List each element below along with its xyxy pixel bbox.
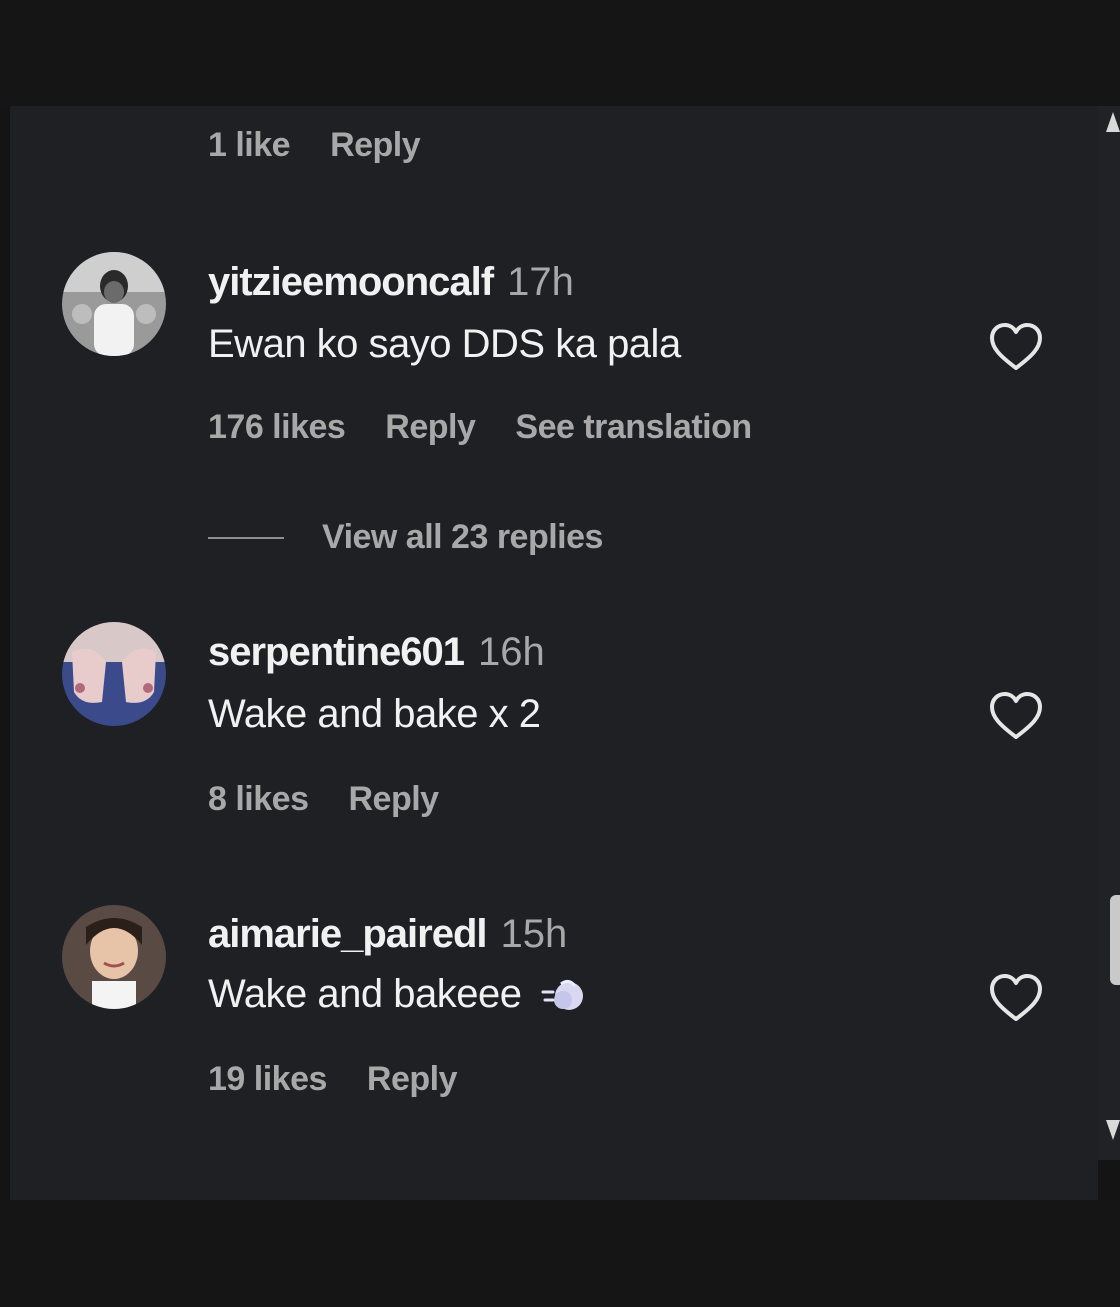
like-count[interactable]: 1 like bbox=[208, 126, 291, 165]
bottom-black-band bbox=[0, 1200, 1120, 1307]
comment-meta: 8 likes Reply bbox=[208, 780, 439, 819]
avatar[interactable] bbox=[62, 252, 166, 356]
heart-outline-icon[interactable] bbox=[988, 321, 1044, 373]
reply-button[interactable]: Reply bbox=[330, 126, 421, 165]
comment-text: Wake and bakeee bbox=[208, 972, 522, 1016]
replies-divider bbox=[208, 536, 284, 539]
see-translation-button[interactable]: See translation bbox=[515, 408, 752, 447]
comment-header: aimarie_pairedl 15h bbox=[208, 912, 567, 957]
like-count[interactable]: 176 likes bbox=[208, 408, 346, 447]
like-count[interactable]: 19 likes bbox=[208, 1060, 327, 1099]
scrollbar[interactable] bbox=[1098, 106, 1120, 1160]
avatar[interactable] bbox=[62, 622, 166, 726]
comment-meta: 19 likes Reply bbox=[208, 1060, 457, 1099]
timestamp: 17h bbox=[507, 260, 574, 304]
heart-outline-icon[interactable] bbox=[988, 972, 1044, 1024]
view-replies-label: View all 23 replies bbox=[322, 518, 603, 556]
scrollbar-thumb[interactable] bbox=[1110, 895, 1120, 985]
comment-text-row: Wake and bakeee bbox=[208, 972, 587, 1017]
avatar[interactable] bbox=[62, 905, 166, 1009]
timestamp: 15h bbox=[500, 912, 568, 956]
reply-button[interactable]: Reply bbox=[367, 1060, 458, 1099]
like-count[interactable]: 8 likes bbox=[208, 780, 309, 819]
previous-comment-meta: 1 like Reply bbox=[208, 126, 421, 165]
comment-header: serpentine601 16h bbox=[208, 630, 545, 675]
avatar-image bbox=[62, 622, 166, 726]
username[interactable]: serpentine601 bbox=[208, 630, 465, 675]
username[interactable]: aimarie_pairedl bbox=[208, 912, 487, 957]
scroll-up-icon[interactable] bbox=[1106, 112, 1120, 132]
comment-meta: 176 likes Reply See translation bbox=[208, 408, 752, 447]
avatar-image bbox=[62, 905, 166, 1009]
heart-outline-icon[interactable] bbox=[988, 690, 1044, 742]
reply-button[interactable]: Reply bbox=[385, 408, 476, 447]
timestamp: 16h bbox=[478, 630, 545, 674]
reply-button[interactable]: Reply bbox=[348, 780, 439, 819]
view-replies-button[interactable]: View all 23 replies bbox=[208, 518, 603, 557]
avatar-image bbox=[62, 252, 166, 356]
comment-header: yitzieemooncalf 17h bbox=[208, 260, 574, 305]
top-black-band bbox=[0, 0, 1120, 106]
scroll-down-icon[interactable] bbox=[1106, 1120, 1120, 1140]
comment-text: Wake and bake x 2 bbox=[208, 692, 541, 736]
username[interactable]: yitzieemooncalf bbox=[208, 260, 494, 305]
dash-emoji-icon bbox=[541, 979, 584, 1010]
comment-text: Ewan ko sayo DDS ka pala bbox=[208, 322, 681, 366]
